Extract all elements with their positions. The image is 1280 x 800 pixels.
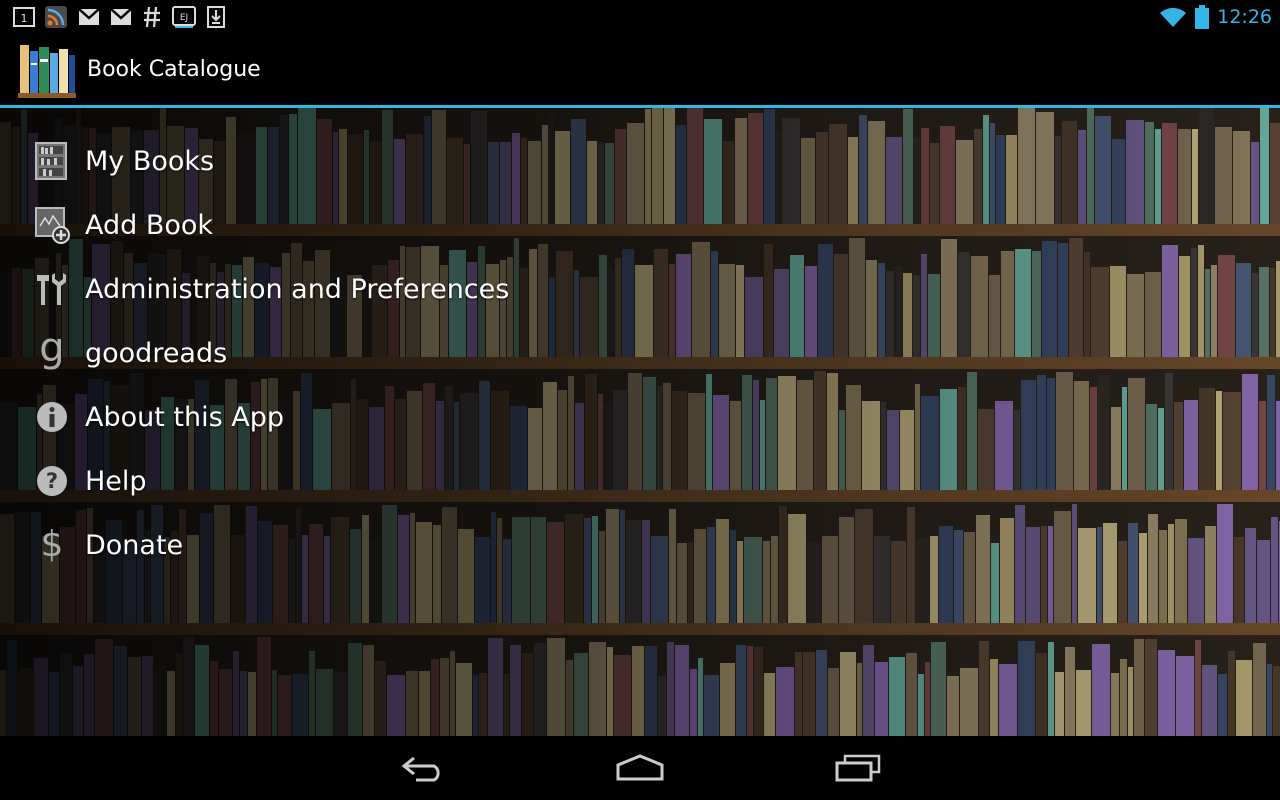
status-clock: 12:26 (1217, 5, 1272, 28)
add-book-icon (34, 207, 70, 244)
battery-icon (1195, 4, 1210, 29)
action-bar: Book Catalogue (0, 33, 1280, 108)
menu-item-label: goodreads (85, 337, 228, 369)
menu-item-label: Add Book (85, 209, 214, 241)
status-bar: 1 EJ 12:26 (0, 0, 1280, 33)
help-icon: ? (34, 463, 70, 499)
tools-icon (34, 271, 70, 307)
download-icon (205, 5, 227, 28)
gmail-icon (77, 6, 101, 27)
gmail-icon (109, 6, 133, 27)
svg-text:EJ: EJ (180, 13, 188, 23)
menu-item-administration[interactable]: Administration and Preferences (0, 257, 600, 321)
app-title: Book Catalogue (87, 57, 261, 82)
menu-item-add-book[interactable]: Add Book (0, 193, 600, 257)
home-icon[interactable] (608, 748, 672, 788)
ebook-icon: EJ (172, 5, 196, 28)
menu-item-label: Donate (85, 529, 184, 561)
svg-text:?: ? (46, 469, 58, 493)
menu-item-donate[interactable]: $ Donate (0, 513, 600, 577)
menu-item-label: Administration and Preferences (85, 273, 510, 305)
info-icon (34, 399, 70, 435)
recent-apps-icon[interactable] (826, 748, 890, 788)
main-content: My Books Add Book Administration and Pre… (0, 108, 1280, 736)
bookshelf-logo-icon[interactable] (18, 41, 76, 99)
wifi-icon (1159, 6, 1187, 28)
menu-item-label: About this App (85, 401, 285, 433)
bookshelf-icon (34, 142, 70, 180)
back-icon[interactable] (392, 748, 456, 788)
rss-feed-icon (44, 5, 68, 28)
menu-item-label: My Books (85, 145, 215, 177)
hashtag-icon (140, 6, 164, 27)
calendar-icon: 1 (12, 6, 36, 27)
menu-item-my-books[interactable]: My Books (0, 129, 600, 193)
menu-item-help[interactable]: ? Help (0, 449, 600, 513)
menu-item-goodreads[interactable]: g goodreads (0, 321, 600, 385)
menu-item-label: Help (85, 465, 147, 497)
main-menu: My Books Add Book Administration and Pre… (0, 129, 600, 577)
dollar-icon: $ (40, 524, 64, 565)
navigation-bar (0, 736, 1280, 800)
goodreads-g-icon: g (39, 325, 65, 371)
svg-text:1: 1 (21, 12, 28, 25)
menu-item-about[interactable]: About this App (0, 385, 600, 449)
